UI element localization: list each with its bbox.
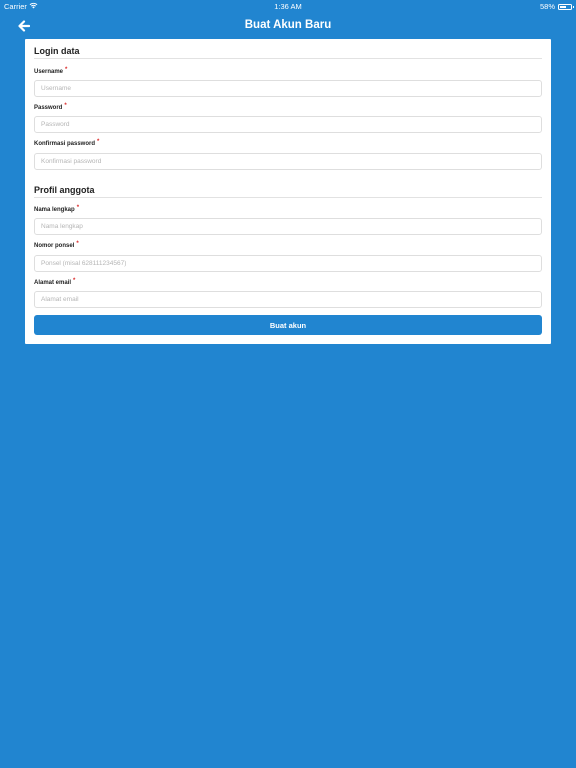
- confirm-password-label: Konfirmasi password *: [34, 139, 100, 147]
- required-marker: *: [65, 67, 68, 73]
- required-marker: *: [76, 205, 80, 211]
- full-name-label-text: Nama lengkap: [34, 207, 75, 213]
- phone-label: Nomor ponsel *: [34, 241, 79, 249]
- create-account-button[interactable]: Buat akun: [34, 315, 542, 335]
- page-title: Buat Akun Baru: [244, 19, 332, 31]
- username-label-text: Username: [34, 69, 64, 75]
- username-input[interactable]: [34, 80, 542, 97]
- section-divider: [34, 197, 542, 198]
- navigation-bar: Buat Akun Baru: [0, 12, 576, 40]
- phone-label-text: Nomor ponsel: [34, 243, 75, 249]
- battery-icon: [558, 3, 574, 10]
- email-label-text: Alamat email: [34, 280, 72, 286]
- required-marker: *: [97, 139, 100, 145]
- password-input[interactable]: [34, 116, 542, 133]
- confirm-password-input[interactable]: [34, 153, 542, 170]
- username-label: Username *: [34, 67, 68, 75]
- profile-section-title: Profil anggota: [34, 185, 95, 195]
- email-input[interactable]: [34, 291, 542, 308]
- status-time: 1:36 AM: [274, 2, 302, 11]
- battery-fill: [560, 5, 566, 8]
- battery-percent: 58%: [539, 2, 555, 11]
- status-bar: Carrier 1:36 AM 58%: [0, 0, 576, 12]
- confirm-password-label-text: Konfirmasi password: [34, 141, 96, 147]
- full-name-label: Nama lengkap *: [34, 205, 80, 213]
- password-label-text: Password: [34, 105, 63, 111]
- required-marker: *: [73, 278, 76, 284]
- phone-input[interactable]: [34, 255, 542, 272]
- section-divider: [34, 58, 542, 59]
- required-marker: *: [76, 241, 79, 247]
- battery-status: 58%: [539, 2, 574, 11]
- login-section-title: Login data: [34, 46, 80, 56]
- registration-form-card: Login data Username* Password* Konfirmas…: [25, 39, 551, 344]
- password-label: Password *: [34, 103, 67, 111]
- required-marker: *: [64, 103, 67, 109]
- full-name-input[interactable]: [34, 218, 542, 235]
- email-label: Alamat email *: [34, 278, 76, 286]
